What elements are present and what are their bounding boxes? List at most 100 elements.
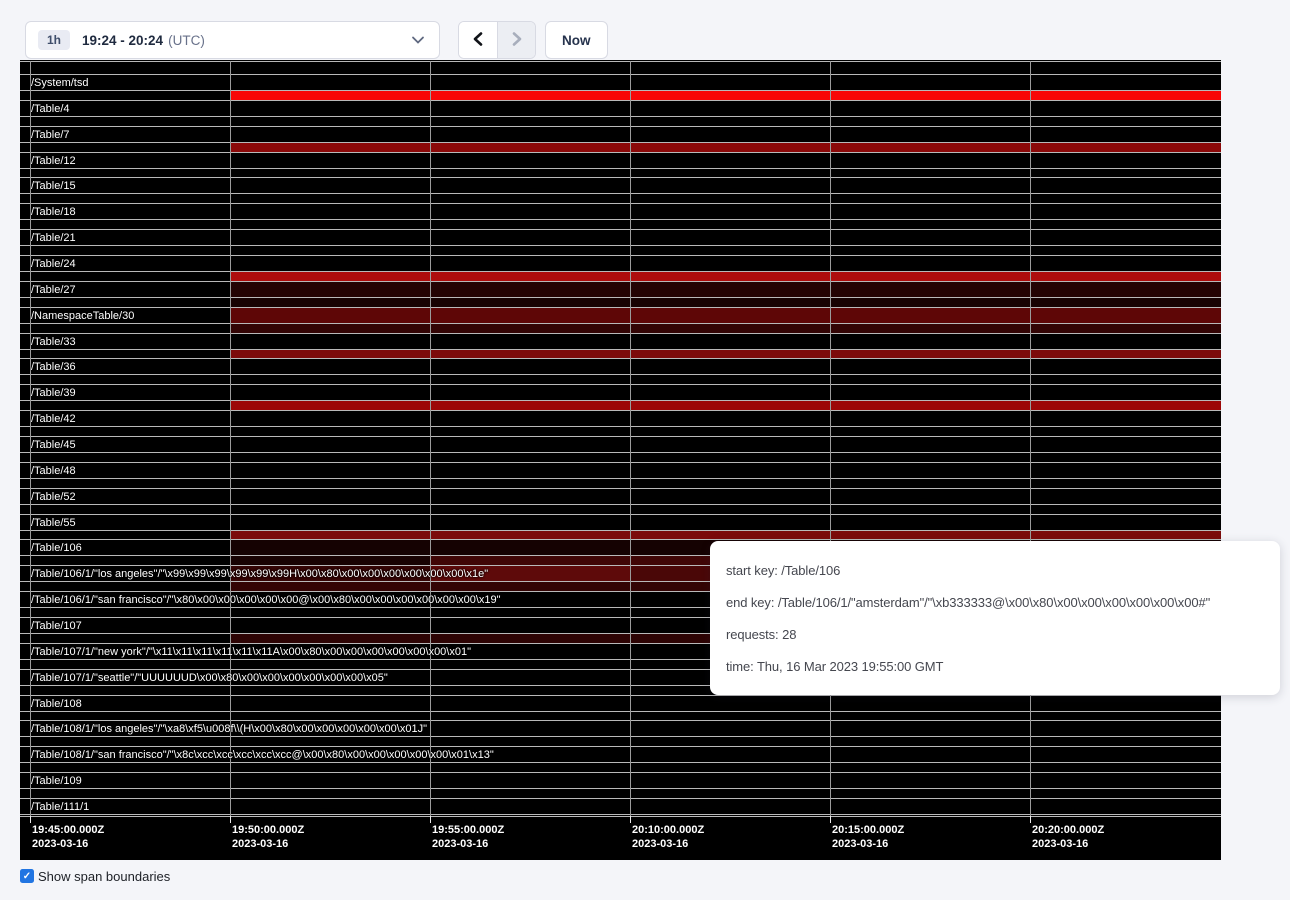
heat-cell <box>231 282 1221 298</box>
span-boundary-line <box>20 74 1221 75</box>
heatmap[interactable]: /System/tsd/Table/4/Table/7/Table/12/Tab… <box>20 60 1221 860</box>
row-key-label: /Table/48 <box>31 464 76 478</box>
span-boundary-line <box>20 61 1221 62</box>
heat-cell <box>231 531 1221 540</box>
tooltip-line: time: Thu, 16 Mar 2023 19:55:00 GMT <box>726 659 1264 674</box>
time-range-select[interactable]: 1h 19:24 - 20:24 (UTC) <box>25 21 440 59</box>
row-key-label: /Table/24 <box>31 257 76 271</box>
time-gridline <box>1030 61 1031 816</box>
time-range-badge: 1h <box>38 30 70 50</box>
span-boundary-line <box>20 788 1221 789</box>
span-boundary-line <box>20 530 1221 531</box>
span-boundary-line <box>20 307 1221 308</box>
span-boundary-line <box>20 504 1221 505</box>
span-boundary-line <box>20 193 1221 194</box>
span-boundary-line <box>20 798 1221 799</box>
axis-time-label: 20:15:00.000Z <box>832 824 904 837</box>
now-button[interactable]: Now <box>545 21 608 59</box>
span-boundary-line <box>20 772 1221 773</box>
span-boundary-line <box>20 168 1221 169</box>
span-boundary-line <box>20 488 1221 489</box>
axis-date-label: 2023-03-16 <box>432 838 488 851</box>
span-boundary-line <box>20 374 1221 375</box>
time-range-timezone: (UTC) <box>168 33 205 48</box>
span-boundary-line <box>20 436 1221 437</box>
row-key-label: /Table/42 <box>31 412 76 426</box>
span-boundary-line <box>20 349 1221 350</box>
chevron-right-icon <box>511 31 523 50</box>
row-key-label: /Table/12 <box>31 154 76 168</box>
span-boundary-line <box>20 177 1221 178</box>
span-boundary-line <box>20 203 1221 204</box>
row-key-label: /Table/106 <box>31 541 82 555</box>
show-span-boundaries-checkbox[interactable]: ✓ <box>20 869 34 883</box>
row-key-label: /Table/33 <box>31 335 76 349</box>
span-boundary-line <box>20 142 1221 143</box>
toolbar: 1h 19:24 - 20:24 (UTC) Now <box>0 0 1290 60</box>
span-boundary-line <box>20 219 1221 220</box>
span-boundary-line <box>20 514 1221 515</box>
heat-cell <box>231 143 1221 152</box>
span-boundary-line <box>20 281 1221 282</box>
prev-interval-button[interactable] <box>459 22 497 58</box>
row-key-label: /Table/108 <box>31 697 82 711</box>
time-tick <box>430 816 431 823</box>
span-boundary-line <box>20 245 1221 246</box>
span-boundary-line <box>20 736 1221 737</box>
span-boundary-line <box>20 400 1221 401</box>
row-key-label: /Table/107/1/"new york"/"\x11\x11\x11\x1… <box>31 645 471 659</box>
axis-time-label: 20:10:00.000Z <box>632 824 704 837</box>
axis-date-label: 2023-03-16 <box>232 838 288 851</box>
row-key-label: /NamespaceTable/30 <box>31 309 134 323</box>
span-boundary-line <box>20 116 1221 117</box>
span-boundary-line <box>20 126 1221 127</box>
time-gridline <box>430 61 431 816</box>
tooltip-line: requests: 28 <box>726 627 1264 642</box>
row-key-label: /Table/109 <box>31 774 82 788</box>
heatmap-tooltip: start key: /Table/106end key: /Table/106… <box>710 541 1280 695</box>
time-nav-group <box>458 21 536 59</box>
time-tick <box>230 816 231 823</box>
heat-cell <box>231 298 1221 307</box>
row-key-label: /Table/107/1/"seattle"/"UUUUUUD\x00\x80\… <box>31 671 388 685</box>
time-tick <box>30 816 31 823</box>
axis-time-label: 19:45:00.000Z <box>32 824 104 837</box>
span-boundary-line <box>20 746 1221 747</box>
time-gridline <box>830 61 831 816</box>
span-boundary-line <box>20 816 1221 817</box>
axis-date-label: 2023-03-16 <box>832 838 888 851</box>
row-key-label: /Table/52 <box>31 490 76 504</box>
span-boundary-line <box>20 462 1221 463</box>
span-boundary-line <box>20 711 1221 712</box>
span-boundary-line <box>20 452 1221 453</box>
axis-time-label: 19:50:00.000Z <box>232 824 304 837</box>
row-key-label: /Table/108/1/"san francisco"/"\x8c\xcc\x… <box>31 748 494 762</box>
row-key-label: /Table/45 <box>31 438 76 452</box>
axis-date-label: 2023-03-16 <box>632 838 688 851</box>
row-key-label: /Table/107 <box>31 619 82 633</box>
row-key-label: /Table/55 <box>31 516 76 530</box>
chevron-down-icon <box>411 34 425 46</box>
heat-cell <box>231 556 430 565</box>
tooltip-line: start key: /Table/106 <box>726 563 1264 578</box>
row-key-label: /Table/106/1/"san francisco"/"\x80\x00\x… <box>31 593 501 607</box>
heat-cell <box>231 350 1221 359</box>
row-key-label: /System/tsd <box>31 76 88 90</box>
chevron-left-icon <box>472 31 484 50</box>
time-tick <box>1030 816 1031 823</box>
span-boundary-line <box>20 90 1221 91</box>
row-key-label: /Table/36 <box>31 360 76 374</box>
span-boundary-line <box>20 426 1221 427</box>
next-interval-button[interactable] <box>497 22 535 58</box>
span-boundary-line <box>20 323 1221 324</box>
span-boundary-line <box>20 100 1221 101</box>
heat-cell <box>231 324 1221 333</box>
span-boundary-line <box>20 814 1221 815</box>
heat-cell <box>231 91 1221 100</box>
time-tick <box>630 816 631 823</box>
axis-time-label: 19:55:00.000Z <box>432 824 504 837</box>
time-gridline <box>230 61 231 816</box>
span-boundary-line <box>20 255 1221 256</box>
row-key-label: /Table/21 <box>31 231 76 245</box>
show-span-boundaries-label: Show span boundaries <box>38 869 170 884</box>
